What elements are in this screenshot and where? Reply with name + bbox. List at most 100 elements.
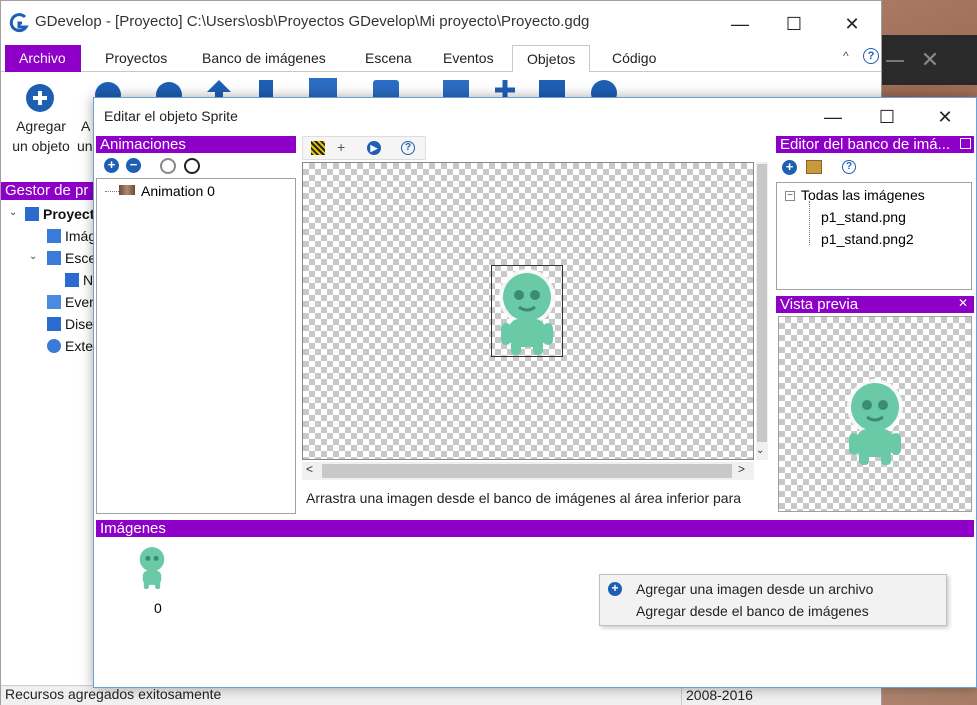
add-object-icon	[26, 84, 54, 112]
add-object-label-line1: Agregar	[16, 118, 66, 134]
add-object-button[interactable]: Agregar un objeto	[5, 80, 75, 160]
scene-icon	[65, 273, 79, 287]
animations-toolbar: + −	[96, 154, 296, 178]
image-bank-root[interactable]: Todas las imágenes	[801, 187, 925, 203]
tree-item-scenes-label: Esce	[65, 250, 97, 266]
tree-connector-vertical	[809, 201, 810, 245]
dialog-maximize-button[interactable]: ☐	[864, 102, 910, 132]
tab-objects[interactable]: Objetos	[512, 45, 591, 73]
bank-package-icon[interactable]	[806, 160, 822, 174]
scroll-left-icon[interactable]: <	[306, 462, 313, 476]
animations-list: Animation 0	[96, 178, 296, 514]
preview-close-icon[interactable]: ✕	[958, 296, 968, 310]
events-icon	[47, 295, 61, 309]
menu-item-add-from-file[interactable]: + Agregar una imagen desde un archivo	[600, 578, 946, 600]
alien-sprite-icon	[499, 269, 555, 355]
mask-icon[interactable]	[311, 141, 325, 155]
add-file-icon: +	[608, 582, 622, 596]
drag-hint-text: Arrastra una imagen desde el banco de im…	[306, 490, 742, 506]
project-expand-icon[interactable]: ⌄	[9, 207, 17, 218]
scroll-down-icon[interactable]: ⌄	[756, 445, 764, 456]
scenes-expand-icon[interactable]: ⌄	[29, 251, 37, 262]
tree-item-new-scene-label: N	[83, 272, 94, 288]
project-icon	[25, 207, 39, 221]
image-bank-header: Editor del banco de imá...	[776, 136, 974, 153]
gdevelop-logo-icon	[9, 13, 29, 33]
menu-item-add-from-bank[interactable]: Agregar desde el banco de imágenes	[600, 600, 946, 622]
tab-scene[interactable]: Escena	[351, 45, 426, 72]
tab-projects[interactable]: Proyectos	[91, 45, 181, 72]
add-group-label-line2: un	[77, 138, 93, 154]
tree-item-extensions[interactable]: Exte	[47, 338, 93, 354]
extensions-icon	[47, 339, 61, 353]
play-animation-icon[interactable]: ▶	[367, 141, 381, 155]
canvas-horizontal-scrollbar[interactable]: < >	[302, 462, 754, 480]
tab-events[interactable]: Eventos	[429, 45, 508, 72]
tab-code[interactable]: Código	[598, 45, 670, 72]
editor-toolbar: + ▶ ?	[302, 136, 426, 160]
menu-item-add-from-file-label: Agregar una imagen desde un archivo	[636, 581, 874, 597]
animation-item[interactable]: Animation 0	[141, 183, 215, 199]
tree-collapse-icon[interactable]: −	[785, 191, 795, 201]
editor-help-icon[interactable]: ?	[401, 141, 415, 155]
image-bank-toolbar: + ?	[776, 156, 974, 180]
bank-add-icon[interactable]: +	[782, 160, 797, 175]
preview-canvas	[778, 316, 972, 512]
add-group-label-line1: A	[81, 118, 91, 134]
tree-item-layouts-label: Dise	[65, 316, 94, 332]
tree-item-layouts[interactable]: Dise	[47, 316, 93, 332]
frame-alien-icon	[139, 547, 165, 589]
status-years: 2008-2016	[681, 685, 881, 705]
menu-item-add-from-bank-label: Agregar desde el banco de imágenes	[636, 603, 869, 619]
frame-thumbnail[interactable]: 0	[134, 544, 174, 616]
loop-animation-icon[interactable]	[160, 158, 176, 174]
preview-header: Vista previa	[776, 296, 974, 313]
images-icon	[47, 229, 61, 243]
maximize-button[interactable]: ☐	[771, 9, 817, 39]
minimize-button[interactable]: —	[717, 9, 763, 39]
ribbon-collapse-icon[interactable]: ^	[843, 49, 849, 63]
remove-animation-icon[interactable]: −	[126, 158, 141, 173]
add-point-icon[interactable]: +	[337, 139, 345, 155]
tree-item-events[interactable]: Even	[47, 294, 97, 310]
sprite-canvas[interactable]	[302, 162, 754, 460]
ribbon-tab-bar: Archivo Proyectos Banco de imágenes Esce…	[1, 45, 881, 73]
horizontal-scroll-thumb[interactable]	[322, 464, 732, 478]
background-window-minimize	[886, 60, 904, 62]
help-icon[interactable]: ?	[863, 48, 879, 64]
image-bank-tree: − Todas las imágenes p1_stand.png p1_sta…	[776, 182, 972, 290]
close-button[interactable]: ✕	[829, 9, 875, 39]
tree-item-project[interactable]: Proyecto	[25, 206, 103, 222]
scroll-right-icon[interactable]: >	[738, 462, 745, 476]
layouts-icon	[47, 317, 61, 331]
dialog-close-button[interactable]: ✕	[922, 102, 968, 132]
preview-alien-icon	[847, 379, 903, 465]
context-menu: + Agregar una imagen desde un archivo Ag…	[599, 574, 947, 626]
window-title: GDevelop - [Proyecto] C:\Users\osb\Proye…	[35, 13, 590, 30]
images-header: Imágenes	[96, 520, 974, 537]
canvas-vertical-scrollbar[interactable]: ⌄	[756, 162, 768, 460]
dialog-title: Editar el objeto Sprite	[104, 108, 238, 124]
project-manager-header: Gestor de pr	[1, 182, 96, 200]
bank-help-icon[interactable]: ?	[842, 160, 856, 174]
add-object-label-line2: un objeto	[12, 138, 70, 154]
tab-file[interactable]: Archivo	[5, 45, 81, 72]
image-bank-item[interactable]: p1_stand.png	[821, 209, 906, 225]
image-bank-header-label: Editor del banco de imá...	[780, 136, 951, 153]
animation-timing-icon[interactable]	[184, 158, 200, 174]
tree-item-extensions-label: Exte	[65, 338, 94, 354]
preview-header-label: Vista previa	[780, 296, 859, 313]
tree-item-scenes[interactable]: Esce	[47, 250, 96, 266]
dialog-minimize-button[interactable]: —	[810, 102, 856, 132]
add-animation-icon[interactable]: +	[104, 158, 119, 173]
animation-film-icon	[119, 185, 135, 195]
tree-item-images-label: Imág	[65, 228, 97, 244]
tree-item-new-scene[interactable]: N	[65, 272, 93, 288]
background-window-close-icon: ✕	[920, 47, 940, 72]
image-bank-item[interactable]: p1_stand.png2	[821, 231, 914, 247]
image-bank-undock-icon[interactable]	[960, 138, 971, 149]
vertical-scroll-thumb[interactable]	[757, 164, 767, 442]
scenes-icon	[47, 251, 61, 265]
tab-image-bank[interactable]: Banco de imágenes	[188, 45, 340, 72]
tree-item-images[interactable]: Imág	[47, 228, 96, 244]
